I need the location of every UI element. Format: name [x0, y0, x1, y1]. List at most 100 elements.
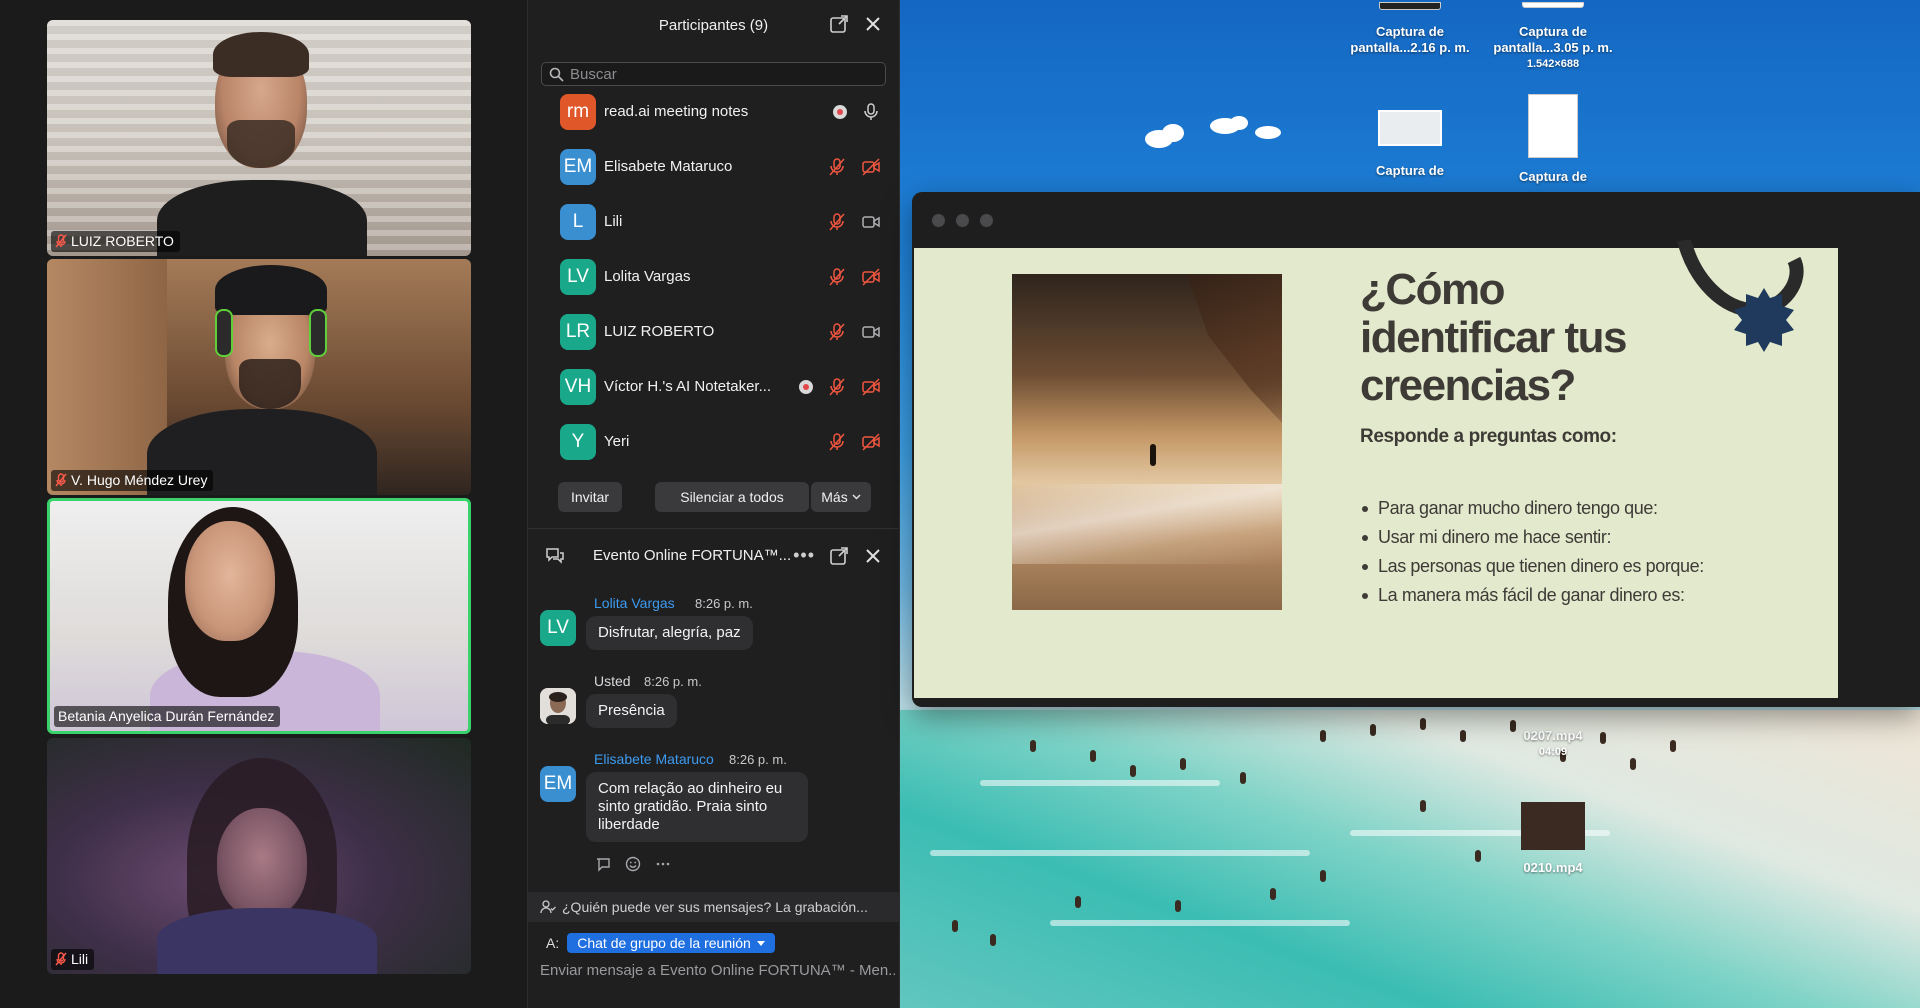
emoji-reaction-icon[interactable]	[624, 855, 642, 873]
slide-bullet: La manera más fácil de ganar dinero es:	[1360, 581, 1704, 610]
zoom-window-button[interactable]	[980, 214, 993, 227]
slide: ¿Cómo identificar tus creencias? Respond…	[914, 240, 1838, 698]
participant-search[interactable]	[541, 62, 886, 86]
video-tile-v-hugo[interactable]: V. Hugo Méndez Urey	[47, 259, 471, 495]
search-input[interactable]	[570, 65, 885, 83]
file-dimensions: 1.542×688	[1526, 58, 1580, 70]
recipient-dropdown[interactable]: Chat de grupo de la reunión	[567, 933, 775, 953]
close-window-button[interactable]	[932, 214, 945, 227]
more-button[interactable]: Más	[811, 482, 871, 512]
participant-name: LUIZ ROBERTO	[71, 233, 174, 249]
video-off-icon[interactable]	[861, 267, 881, 287]
participant-row[interactable]: EM Elisabete Mataruco	[528, 139, 899, 194]
participant-status-icons	[827, 322, 881, 342]
person-body	[157, 908, 377, 974]
message-bubble: Com relação ao dinheiro eu sinto gratidã…	[586, 772, 808, 842]
reply-icon[interactable]	[594, 855, 612, 873]
close-icon[interactable]	[863, 546, 883, 566]
participant-row[interactable]: LR LUIZ ROBERTO	[528, 304, 899, 359]
file-thumbnail	[1379, 2, 1441, 10]
bather	[1270, 888, 1276, 900]
mic-icon[interactable]	[861, 102, 881, 122]
avatar: VH	[560, 368, 596, 405]
avatar: L	[560, 203, 596, 240]
file-duration: 04:09	[1538, 746, 1568, 758]
person-head	[217, 808, 307, 918]
video-off-icon[interactable]	[861, 157, 881, 177]
participant-name: Víctor H.'s AI Notetaker...	[604, 378, 772, 395]
chat-header: Evento Online FORTUNA™... •••	[528, 535, 899, 575]
caret-down-icon	[756, 940, 765, 946]
participant-row[interactable]: LV Lolita Vargas	[528, 249, 899, 304]
participant-row[interactable]: L Lili	[528, 194, 899, 249]
mic-muted-icon[interactable]	[827, 267, 847, 287]
desktop-file-video-0207[interactable]: 0207.mp4 04:09	[1483, 716, 1623, 760]
mic-muted-icon	[55, 234, 67, 248]
bather	[1420, 800, 1426, 812]
video-camera-icon[interactable]	[861, 212, 881, 232]
bather	[1475, 850, 1481, 862]
presentation-window: ¿Cómo identificar tus creencias? Respond…	[912, 192, 1920, 707]
bather	[1320, 730, 1326, 742]
participant-name: Yeri	[604, 433, 630, 450]
mic-muted-icon	[55, 473, 67, 487]
message-actions	[594, 855, 672, 873]
message-input[interactable]: Enviar mensaje a Evento Online FORTUNA™ …	[540, 962, 895, 979]
video-tile-lili[interactable]: Lili	[47, 738, 471, 974]
participant-row[interactable]: Y Yeri	[528, 414, 899, 468]
mic-muted-icon[interactable]	[827, 322, 847, 342]
participant-row[interactable]: rm read.ai meeting notes	[528, 88, 899, 139]
chevron-down-icon	[852, 494, 861, 500]
file-label-line2: pantalla...3.05 p. m.	[1493, 40, 1613, 55]
person-silhouette	[1150, 444, 1156, 466]
desktop-file-screenshot-1[interactable]: Captura de pantalla...2.16 p. m.	[1340, 2, 1480, 56]
bather	[1240, 772, 1246, 784]
surf-shape	[1012, 484, 1282, 564]
desktop-file-screenshot-3[interactable]: Captura de	[1340, 110, 1480, 179]
chat-privacy-notice[interactable]: ¿Quién puede ver sus mensajes? La grabac…	[528, 892, 899, 922]
pop-out-icon[interactable]	[829, 546, 849, 566]
recording-icon	[799, 379, 813, 394]
message-sender: Lolita Vargas	[594, 595, 675, 611]
participant-row[interactable]: VH Víctor H.'s AI Notetaker...	[528, 359, 899, 414]
mic-muted-icon[interactable]	[827, 432, 847, 452]
minimize-window-button[interactable]	[956, 214, 969, 227]
video-off-icon[interactable]	[861, 432, 881, 452]
slide-bullet: Para ganar mucho dinero tengo que:	[1360, 494, 1704, 523]
more-options-icon[interactable]: •••	[793, 545, 815, 566]
desktop-file-screenshot-4[interactable]: Captura de	[1483, 94, 1623, 185]
more-label: Más	[821, 489, 848, 505]
mic-muted-icon[interactable]	[827, 157, 847, 177]
slide-bullet: Las personas que tienen dinero es porque…	[1360, 552, 1704, 581]
video-off-icon[interactable]	[861, 377, 881, 397]
people-icon	[540, 900, 556, 914]
video-tile-betania-active-speaker[interactable]: Betania Anyelica Durán Fernández	[47, 498, 471, 734]
file-thumbnail	[1521, 802, 1585, 850]
pop-out-icon[interactable]	[829, 14, 849, 34]
desktop-file-video-0210[interactable]: 0210.mp4	[1483, 802, 1623, 876]
mic-muted-icon[interactable]	[827, 377, 847, 397]
headphones-right	[309, 309, 327, 357]
video-tile-luiz-roberto[interactable]: LUIZ ROBERTO	[47, 20, 471, 256]
person-beard	[227, 120, 295, 168]
bather	[1090, 750, 1096, 762]
invite-button[interactable]: Invitar	[558, 482, 622, 512]
name-tag: LUIZ ROBERTO	[51, 231, 180, 252]
avatar: LV	[560, 258, 596, 295]
mic-muted-icon[interactable]	[827, 212, 847, 232]
name-tag: V. Hugo Méndez Urey	[51, 470, 214, 491]
desktop-file-screenshot-2[interactable]: Captura de pantalla...3.05 p. m. 1.542×6…	[1483, 2, 1623, 72]
video-camera-icon[interactable]	[861, 322, 881, 342]
cliff-shape	[1183, 274, 1282, 444]
more-icon[interactable]	[654, 855, 672, 873]
bather	[1175, 900, 1181, 912]
mute-all-button[interactable]: Silenciar a todos	[655, 482, 809, 512]
side-panel: Participantes (9) rm read.ai meeting note…	[527, 0, 900, 1008]
file-label-line1: Captura de	[1376, 163, 1444, 178]
person-body	[157, 180, 367, 256]
participant-name: V. Hugo Méndez Urey	[71, 472, 208, 488]
close-icon[interactable]	[863, 14, 883, 34]
bather	[1030, 740, 1036, 752]
message-time: 8:26 p. m.	[644, 674, 702, 689]
participant-name: LUIZ ROBERTO	[604, 323, 715, 340]
